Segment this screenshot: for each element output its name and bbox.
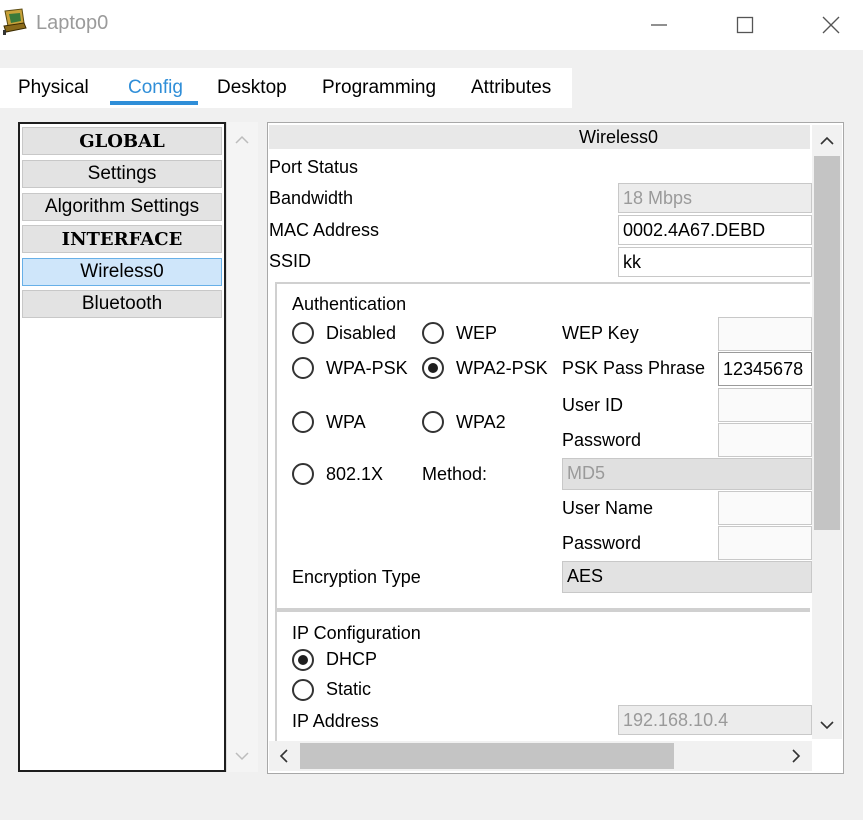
- scroll-down-icon[interactable]: [813, 711, 841, 739]
- maximize-button[interactable]: [716, 0, 774, 50]
- scroll-up-icon[interactable]: [813, 127, 841, 155]
- bandwidth-label: Bandwidth: [269, 188, 354, 208]
- method-label: Method:: [422, 464, 488, 484]
- psk-pass-phrase-label: PSK Pass Phrase: [562, 358, 706, 378]
- maximize-icon: [736, 16, 754, 34]
- user-id-label: User ID: [562, 395, 624, 415]
- encryption-type-label: Encryption Type: [292, 567, 421, 587]
- tab-attributes[interactable]: Attributes: [471, 77, 551, 101]
- ssid-field[interactable]: kk: [618, 247, 812, 277]
- radio-disabled[interactable]: [292, 322, 314, 344]
- tab-desktop[interactable]: Desktop: [217, 77, 287, 101]
- close-icon: [822, 16, 840, 34]
- sidebar-item-algorithm-settings[interactable]: Algorithm Settings: [22, 193, 222, 221]
- radio-wpa2-psk-label: WPA2-PSK: [456, 358, 548, 378]
- wep-key-field[interactable]: [718, 317, 812, 351]
- sidebar-header-global[interactable]: GLOBAL: [22, 127, 222, 155]
- active-tab-indicator: [110, 101, 198, 105]
- user-name-field[interactable]: [718, 491, 812, 525]
- password2-field[interactable]: [718, 526, 812, 560]
- bandwidth-field: 18 Mbps: [618, 183, 812, 213]
- radio-wpa2-label: WPA2: [456, 412, 506, 432]
- password-field[interactable]: [718, 423, 812, 457]
- password2-label: Password: [562, 533, 642, 553]
- radio-disabled-label: Disabled: [326, 323, 397, 343]
- radio-wep-label: WEP: [456, 323, 498, 343]
- method-select[interactable]: MD5: [562, 458, 812, 490]
- ip-address-field: 192.168.10.4: [618, 705, 812, 735]
- radio-wpa-label: WPA: [326, 412, 366, 432]
- radio-802-1x-label: 802.1X: [326, 464, 384, 484]
- radio-802-1x[interactable]: [292, 463, 314, 485]
- laptop-app-icon: [2, 8, 28, 36]
- close-button[interactable]: [802, 0, 860, 50]
- radio-dhcp[interactable]: [292, 649, 314, 671]
- radio-dhcp-label: DHCP: [326, 649, 378, 669]
- user-id-field[interactable]: [718, 388, 812, 422]
- radio-static-label: Static: [326, 679, 372, 699]
- ip-address-label: IP Address: [292, 711, 379, 731]
- ssid-label: SSID: [269, 251, 312, 271]
- radio-wpa2[interactable]: [422, 411, 444, 433]
- port-status-label: Port Status: [269, 157, 359, 177]
- minimize-button[interactable]: [630, 0, 688, 50]
- horizontal-scroll-thumb[interactable]: [300, 743, 674, 769]
- password-label: Password: [562, 430, 642, 450]
- encryption-type-select[interactable]: AES: [562, 561, 812, 593]
- radio-wpa-psk[interactable]: [292, 357, 314, 379]
- sidebar-item-wireless0[interactable]: Wireless0: [22, 258, 222, 286]
- minimize-icon: [651, 24, 667, 26]
- scroll-down-icon[interactable]: [228, 742, 256, 770]
- sidebar-item-bluetooth[interactable]: Bluetooth: [22, 290, 222, 318]
- sidebar-item-settings[interactable]: Settings: [22, 160, 222, 188]
- authentication-title: Authentication: [292, 294, 407, 314]
- vertical-scroll-thumb[interactable]: [814, 156, 840, 530]
- tab-config[interactable]: Config: [128, 77, 183, 101]
- mac-address-label: MAC Address: [269, 220, 380, 240]
- radio-wpa2-psk[interactable]: [422, 357, 444, 379]
- radio-wpa-psk-label: WPA-PSK: [326, 358, 408, 378]
- scroll-left-icon[interactable]: [270, 742, 298, 770]
- radio-wep[interactable]: [422, 322, 444, 344]
- psk-pass-phrase-field[interactable]: 12345678: [718, 352, 812, 386]
- scroll-right-icon[interactable]: [782, 742, 810, 770]
- mac-address-field[interactable]: 0002.4A67.DEBD: [618, 215, 812, 245]
- user-name-label: User Name: [562, 498, 654, 518]
- ip-configuration-title: IP Configuration: [292, 623, 421, 643]
- radio-wpa[interactable]: [292, 411, 314, 433]
- radio-static[interactable]: [292, 679, 314, 701]
- tab-programming[interactable]: Programming: [322, 77, 436, 101]
- window-title: Laptop0: [36, 12, 109, 34]
- wep-key-label: WEP Key: [562, 323, 639, 343]
- sidebar-scrollbar[interactable]: [226, 122, 258, 772]
- tab-physical[interactable]: Physical: [18, 77, 89, 101]
- scroll-up-icon[interactable]: [228, 126, 256, 154]
- sidebar-header-interface[interactable]: INTERFACE: [22, 225, 222, 253]
- section-header: Wireless0: [269, 125, 810, 149]
